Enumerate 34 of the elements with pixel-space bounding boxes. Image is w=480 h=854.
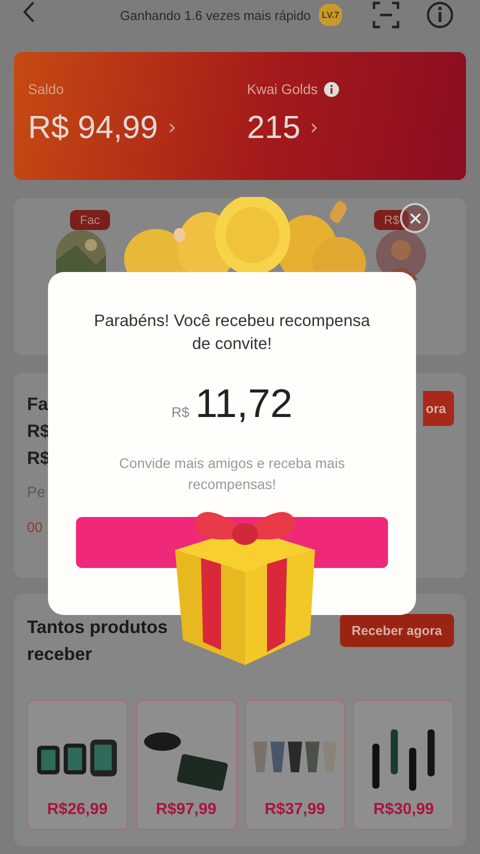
header-title: Ganhando 1.6 vezes mais rápido	[120, 8, 311, 22]
reward-tag: Fac	[70, 210, 110, 230]
section-title: Tantos produtos	[27, 616, 168, 639]
dialog-title: Parabéns! Você recebeu recompensa de convite!	[92, 311, 372, 355]
product-price: R$30,99	[373, 801, 434, 819]
back-icon[interactable]	[22, 0, 36, 24]
balance-value[interactable]: 215	[247, 109, 300, 146]
timer-text: 00	[27, 519, 44, 535]
receive-button[interactable]: Receber agora	[340, 614, 454, 647]
product-price: R$37,99	[264, 801, 326, 819]
product-card[interactable]: R$26,99	[27, 700, 128, 830]
chevron-icon	[168, 122, 176, 134]
product-card[interactable]: R$30,99	[353, 700, 454, 830]
reward-tag: R$	[374, 210, 410, 230]
close-button[interactable]	[400, 203, 430, 233]
dialog-message: Convide mais amigos e receba mais recompensas!	[118, 454, 346, 494]
balance-label: Kwai Golds	[247, 81, 318, 97]
chevron-icon	[310, 122, 318, 134]
task-text: Fa	[27, 393, 50, 416]
balance-value[interactable]: R$ 94,99	[28, 109, 158, 146]
info-icon[interactable]	[324, 82, 339, 96]
product-card[interactable]: R$37,99	[244, 700, 346, 830]
level-badge: LV.7	[318, 4, 342, 26]
product-card[interactable]: R$97,99	[136, 700, 236, 830]
product-price: R$97,99	[156, 801, 216, 819]
info-icon[interactable]	[426, 1, 454, 29]
receive-button[interactable]: ora	[422, 391, 454, 426]
currency-label: R$	[171, 404, 190, 420]
section-title: receber	[27, 643, 94, 666]
balance-label: Saldo	[28, 81, 64, 97]
reward-amount: 11,72	[195, 382, 293, 427]
product-price: R$26,99	[47, 801, 108, 819]
close-icon	[408, 212, 422, 224]
scan-icon[interactable]	[372, 1, 400, 29]
